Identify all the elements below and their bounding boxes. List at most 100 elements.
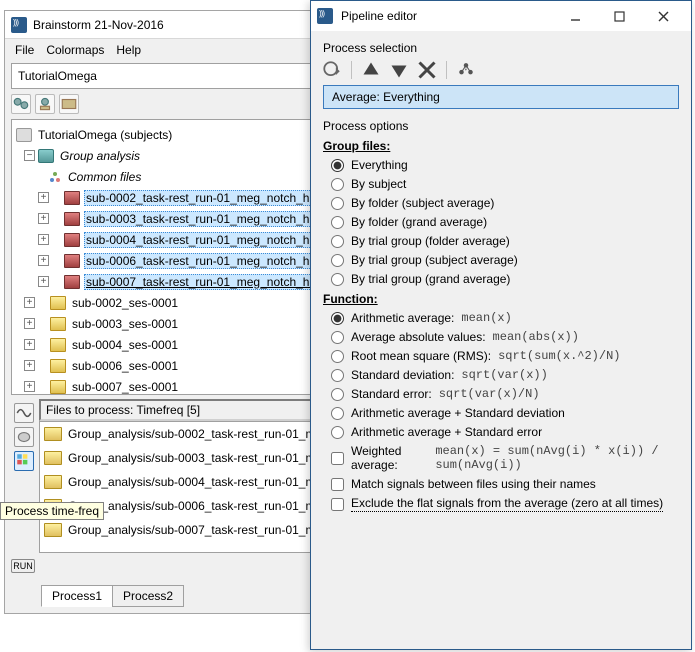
toolbar-separator (351, 61, 352, 79)
folder-icon (50, 338, 66, 352)
radio-label: By folder (grand average) (351, 215, 487, 229)
formula: mean(abs(x)) (493, 330, 579, 344)
menu-file[interactable]: File (15, 43, 34, 57)
radio-avg-plus-std[interactable]: Arithmetic average + Standard deviation (331, 406, 679, 420)
radio-input[interactable] (331, 216, 344, 229)
selected-process[interactable]: Average: Everything (323, 85, 679, 109)
expand-icon[interactable]: + (24, 297, 35, 308)
close-button[interactable] (641, 1, 685, 31)
radio-avg-plus-se[interactable]: Arithmetic average + Standard error (331, 425, 679, 439)
pipeline-toolbar (323, 59, 679, 85)
menu-colormaps[interactable]: Colormaps (46, 43, 104, 57)
check-label: Match signals between files using their … (351, 477, 596, 491)
radio-input[interactable] (331, 331, 344, 344)
radio-label: By trial group (grand average) (351, 272, 510, 286)
move-down-button[interactable] (390, 61, 408, 79)
check-exclude-flat[interactable]: Exclude the flat signals from the averag… (331, 496, 679, 512)
expand-icon[interactable]: + (24, 318, 35, 329)
expand-icon[interactable]: + (24, 360, 35, 371)
collapse-icon[interactable]: − (24, 150, 35, 161)
formula: mean(x) (461, 311, 511, 325)
expand-icon[interactable]: + (38, 276, 49, 287)
view-studies-button[interactable] (35, 94, 55, 114)
expand-icon[interactable]: + (38, 192, 49, 203)
psd-label: sub-0007_task-rest_run-01_meg_notch_high (84, 274, 328, 290)
subject-label: sub-0007_ses-0001 (70, 379, 180, 395)
expand-icon[interactable]: + (24, 381, 35, 392)
check-weighted-average[interactable]: Weighted average: mean(x) = sum(nAvg(i) … (331, 444, 679, 472)
expand-icon[interactable]: + (38, 255, 49, 266)
radio-arithmetic-average[interactable]: Arithmetic average: mean(x) (331, 311, 679, 325)
radio-by-trial-subject[interactable]: By trial group (subject average) (331, 253, 679, 267)
minimize-button[interactable] (553, 1, 597, 31)
add-process-button[interactable] (323, 61, 341, 79)
tab-process2[interactable]: Process2 (112, 585, 184, 607)
brainstorm-logo-icon (317, 8, 333, 24)
move-up-button[interactable] (362, 61, 380, 79)
folder-icon (50, 359, 66, 373)
maximize-button[interactable] (597, 1, 641, 31)
radio-se[interactable]: Standard error: sqrt(var(x)/N) (331, 387, 679, 401)
radio-input[interactable] (331, 178, 344, 191)
check-match-signals[interactable]: Match signals between files using their … (331, 477, 679, 491)
checkbox-input[interactable] (331, 478, 344, 491)
formula: sqrt(var(x)) (461, 368, 547, 382)
timefreq-icon (64, 254, 80, 268)
radio-input[interactable] (331, 426, 344, 439)
run-button[interactable]: RUN (11, 559, 35, 573)
timefreq-icon (64, 191, 80, 205)
filter-sources-button[interactable] (14, 427, 34, 447)
radio-std[interactable]: Standard deviation: sqrt(var(x)) (331, 368, 679, 382)
radio-input[interactable] (331, 159, 344, 172)
radio-input[interactable] (331, 235, 344, 248)
menu-help[interactable]: Help (116, 43, 141, 57)
view-subjects-button[interactable] (11, 94, 31, 114)
delete-process-button[interactable] (418, 61, 436, 79)
expand-icon[interactable]: + (38, 234, 49, 245)
radio-input[interactable] (331, 254, 344, 267)
radio-input[interactable] (331, 312, 344, 325)
view-protocols-button[interactable] (59, 94, 79, 114)
subjects-icon (16, 128, 32, 142)
expand-icon[interactable]: + (38, 213, 49, 224)
radio-label: By trial group (subject average) (351, 253, 518, 267)
radio-everything[interactable]: Everything (331, 158, 679, 172)
radio-input[interactable] (331, 350, 344, 363)
filter-recordings-button[interactable] (14, 403, 34, 423)
radio-rms[interactable]: Root mean square (RMS): sqrt(sum(x.^2)/N… (331, 349, 679, 363)
expand-icon[interactable]: + (24, 339, 35, 350)
tab-process1[interactable]: Process1 (41, 585, 113, 607)
checkbox-input[interactable] (331, 452, 344, 465)
radio-label: By subject (351, 177, 406, 191)
timefreq-icon (64, 233, 80, 247)
radio-by-trial-grand[interactable]: By trial group (grand average) (331, 272, 679, 286)
radio-by-subject[interactable]: By subject (331, 177, 679, 191)
radio-input[interactable] (331, 407, 344, 420)
radio-input[interactable] (331, 197, 344, 210)
brainstorm-logo-icon (11, 17, 27, 33)
radio-by-folder-grand[interactable]: By folder (grand average) (331, 215, 679, 229)
folder-icon (50, 296, 66, 310)
formula: sqrt(var(x)/N) (439, 387, 540, 401)
radio-label: Root mean square (RMS): (351, 349, 491, 363)
group-icon (38, 149, 54, 163)
common-label: Common files (66, 169, 143, 185)
folder-icon (44, 475, 62, 489)
folder-icon (44, 523, 62, 537)
pipeline-menu-button[interactable] (457, 61, 475, 79)
radio-input[interactable] (331, 273, 344, 286)
file-label: Group_analysis/sub-0004_task-rest_run-01… (68, 475, 322, 489)
radio-abs-average[interactable]: Average absolute values: mean(abs(x)) (331, 330, 679, 344)
radio-input[interactable] (331, 369, 344, 382)
radio-input[interactable] (331, 388, 344, 401)
filter-timefreq-button[interactable] (14, 451, 34, 471)
psd-label: sub-0002_task-rest_run-01_meg_notch_high (84, 190, 328, 206)
radio-by-folder-subject[interactable]: By folder (subject average) (331, 196, 679, 210)
subject-label: sub-0004_ses-0001 (70, 337, 180, 353)
radio-by-trial-folder[interactable]: By trial group (folder average) (331, 234, 679, 248)
dialog-titlebar[interactable]: Pipeline editor (311, 1, 691, 31)
radio-label: Everything (351, 158, 408, 172)
checkbox-input[interactable] (331, 498, 344, 511)
radio-label: Arithmetic average + Standard deviation (351, 406, 565, 420)
subject-label: sub-0003_ses-0001 (70, 316, 180, 332)
